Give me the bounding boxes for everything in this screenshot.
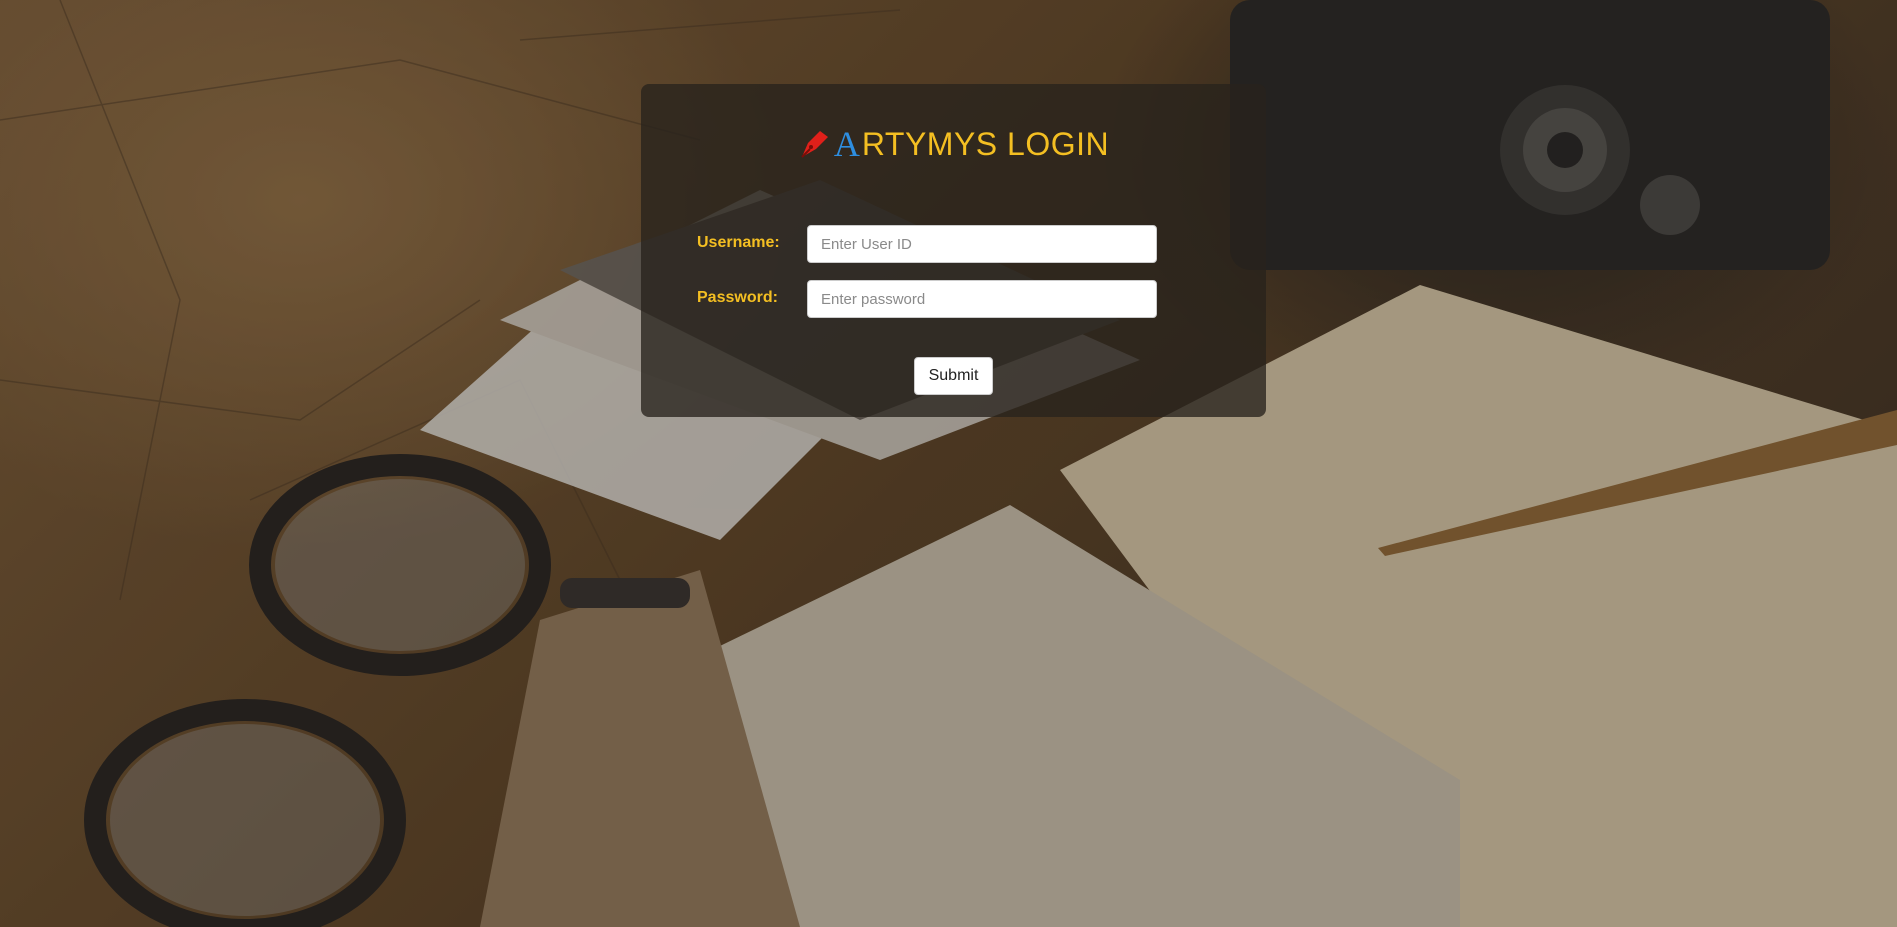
password-row: Password: (697, 280, 1167, 318)
username-input[interactable] (807, 225, 1157, 263)
pen-nib-icon (798, 127, 832, 161)
username-label: Username: (697, 234, 780, 251)
submit-button[interactable]: Submit (914, 357, 993, 395)
password-label: Password: (697, 289, 778, 306)
login-title: A RTYMYS LOGIN (641, 124, 1266, 164)
login-panel: A RTYMYS LOGIN Username: Password: Submi… (641, 84, 1266, 417)
title-text: RTYMYS LOGIN (861, 126, 1110, 162)
title-first-letter: A (833, 124, 860, 164)
password-input[interactable] (807, 280, 1157, 318)
username-row: Username: (697, 225, 1167, 263)
